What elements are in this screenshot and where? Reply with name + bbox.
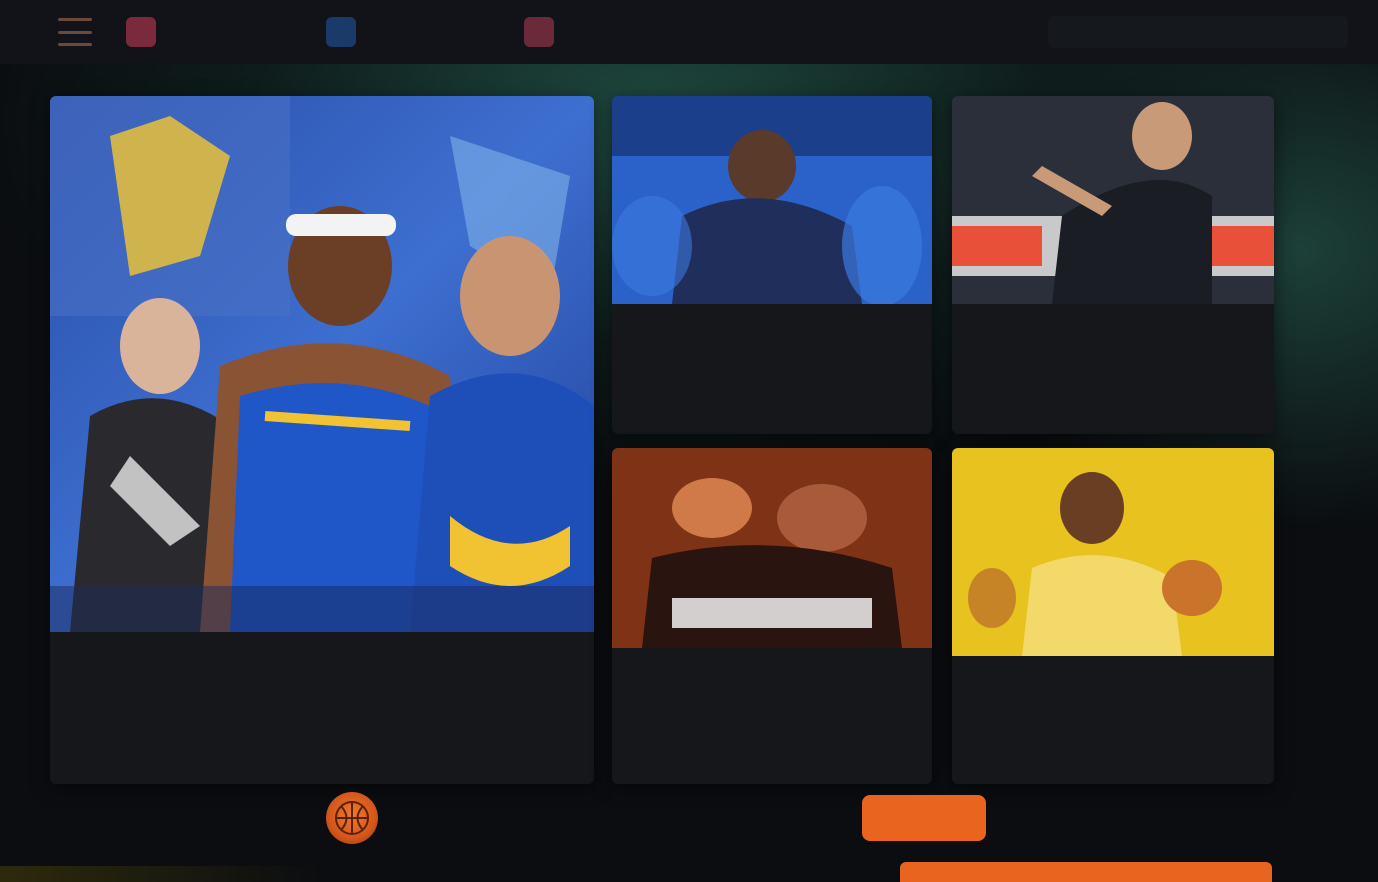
- account-area[interactable]: [1048, 16, 1348, 48]
- article-image: [952, 448, 1274, 656]
- feature-article-card[interactable]: [50, 96, 594, 784]
- nav-tab-2[interactable]: [326, 14, 368, 50]
- promo-banner: [316, 778, 1016, 858]
- bottom-cta-bar[interactable]: [900, 862, 1272, 882]
- nav-tab-1[interactable]: [126, 14, 168, 50]
- basketball-icon: [326, 792, 378, 844]
- page: [0, 0, 1378, 882]
- article-image: [612, 96, 932, 304]
- team-logo-icon: [326, 17, 356, 47]
- nav-tab-3[interactable]: [524, 14, 566, 50]
- hamburger-icon[interactable]: [58, 18, 92, 46]
- team-logo-icon: [524, 17, 554, 47]
- article-card[interactable]: [612, 448, 932, 784]
- promo-cta-button[interactable]: [862, 795, 986, 841]
- article-card[interactable]: [952, 96, 1274, 434]
- feature-article-image: [50, 96, 594, 632]
- team-logo-icon: [126, 17, 156, 47]
- article-card[interactable]: [952, 448, 1274, 784]
- article-image: [612, 448, 932, 648]
- top-navigation-bar: [0, 0, 1378, 64]
- article-image: [952, 96, 1274, 304]
- bottom-strip: [0, 866, 320, 882]
- article-card[interactable]: [612, 96, 932, 434]
